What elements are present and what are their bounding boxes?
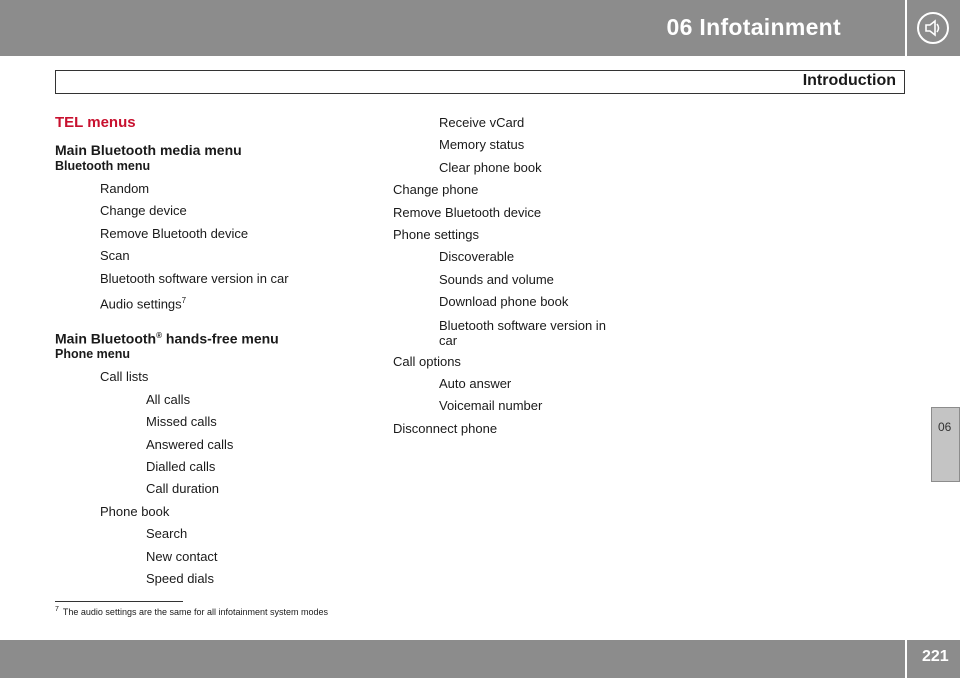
list-item: Download phone book (439, 294, 569, 310)
chapter-header-bar: 06 Infotainment (0, 0, 905, 56)
list-item: Missed calls (146, 414, 217, 430)
media-menu-title: Main Bluetooth media menu (55, 142, 242, 158)
list-item: Search (146, 526, 188, 542)
tel-menus-heading: TEL menus (55, 114, 136, 131)
list-item: Call options (393, 353, 461, 369)
list-item: Sounds and volume (439, 271, 554, 287)
list-item: Speed dials (146, 571, 214, 587)
list-item: Phone book (100, 503, 170, 519)
list-item: Answered calls (146, 436, 234, 452)
list-item: Random (100, 181, 150, 196)
section-bar: Introduction (55, 70, 905, 94)
side-tab-label: 06 (938, 420, 952, 434)
chapter-side-tab[interactable]: 06 (931, 407, 960, 482)
chapter-icon-box (907, 0, 960, 56)
footnote-text: The audio settings are the same for all … (62, 607, 329, 617)
list-item: Dialled calls (146, 459, 216, 475)
list-item: Receive vCard (439, 115, 525, 130)
media-menu-subtitle: Bluetooth menu (55, 159, 151, 173)
list-item: Clear phone book (439, 159, 542, 175)
handsfree-menu-title: Main Bluetooth® hands-free menu (55, 330, 279, 347)
footnote-divider (55, 601, 183, 602)
footnote-number: 7 (55, 606, 59, 613)
list-item: Change device (100, 203, 187, 219)
footer-bar (0, 640, 905, 678)
list-item: Remove Bluetooth device (100, 225, 249, 241)
list-item: Auto answer (439, 376, 512, 392)
list-item-audio-settings: Audio settings7 (55, 290, 395, 316)
list-item: Discoverable (439, 249, 515, 265)
footnote: 7 The audio settings are the same for all… (55, 606, 328, 617)
list-item: New contact (146, 548, 218, 564)
list-item: Call duration (146, 481, 219, 497)
list-item: Bluetooth software version in car (100, 270, 289, 286)
section-title: Introduction (802, 72, 896, 89)
page-number: 221 (922, 648, 949, 665)
list-item: Scan (100, 248, 130, 264)
list-item: Call lists (100, 369, 149, 385)
list-item: Disconnect phone (393, 420, 498, 436)
list-item: Voicemail number (439, 398, 543, 414)
menu-column-left: TEL menus Main Bluetooth media menu Blue… (55, 112, 395, 590)
menu-column-right: Receive vCard Memory status Clear phone … (393, 112, 633, 440)
list-item: Change phone (393, 182, 479, 198)
list-item: Phone settings (393, 227, 480, 243)
speaker-icon (917, 12, 949, 44)
list-item: Remove Bluetooth device (393, 204, 542, 220)
phone-menu-subtitle: Phone menu (55, 347, 131, 362)
audio-settings-label: Audio settings (100, 296, 182, 312)
chapter-title: 06 Infotainment (666, 14, 841, 40)
footnote-ref: 7 (181, 296, 187, 306)
list-item: Memory status (439, 137, 525, 153)
list-item: Bluetooth software version in car (439, 317, 606, 348)
list-item: All calls (146, 391, 191, 407)
